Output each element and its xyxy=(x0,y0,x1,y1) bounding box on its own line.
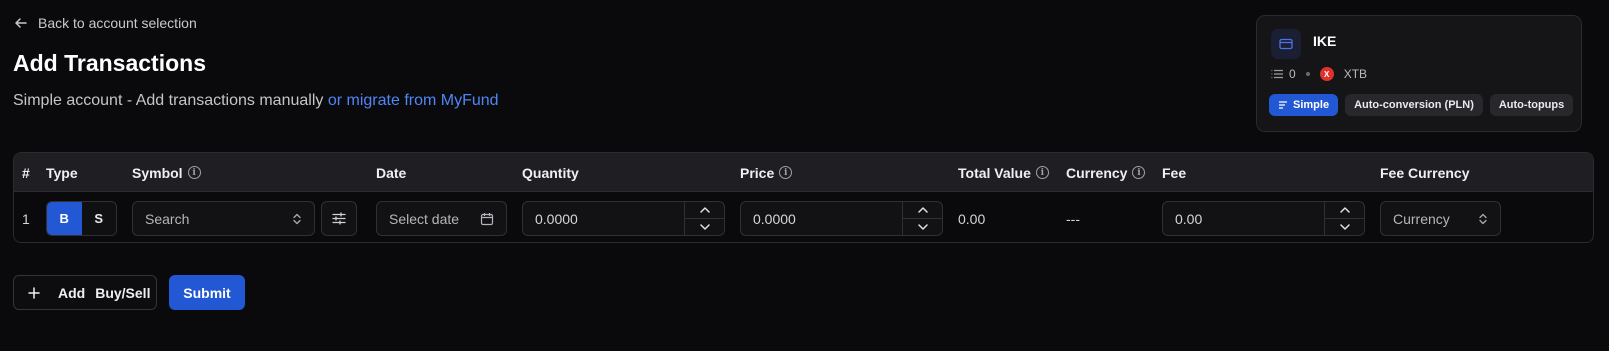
type-toggle: B S xyxy=(46,201,117,236)
column-header-type: Type xyxy=(46,164,78,181)
increment-button[interactable] xyxy=(685,202,724,219)
info-icon[interactable]: i xyxy=(1132,166,1146,179)
tag-auto-conversion[interactable]: Auto-conversion (PLN) xyxy=(1345,94,1483,116)
table-header: # Type Symbol i Date Quantity Price i Tota… xyxy=(14,153,1593,192)
account-name: IKE xyxy=(1313,33,1337,49)
column-header-fee-currency: Fee Currency xyxy=(1380,164,1470,181)
symbol-filter-button[interactable] xyxy=(321,201,357,236)
column-header-price: Price i xyxy=(740,153,793,192)
tag-simple[interactable]: Simple xyxy=(1269,94,1339,116)
info-icon[interactable]: i xyxy=(187,166,201,179)
fee-currency-select[interactable]: Currency xyxy=(1380,201,1501,236)
separator-dot xyxy=(1305,72,1310,76)
date-picker[interactable]: Select date xyxy=(376,201,507,236)
add-buy-sell-button[interactable]: Add Buy/Sell xyxy=(13,275,157,310)
arrow-left-icon xyxy=(15,18,27,28)
fee-currency-placeholder: Currency xyxy=(1393,210,1450,227)
xtb-logo-icon: X xyxy=(1319,67,1334,81)
account-card: IKE 0 X XTB Simple Auto-conversion (PLN)… xyxy=(1256,15,1582,132)
column-header-currency: Currency i xyxy=(1066,153,1146,192)
column-header-symbol: Symbol i xyxy=(132,153,201,192)
column-header-fee: Fee xyxy=(1162,164,1187,181)
chevron-down-icon xyxy=(699,224,710,230)
buy-button[interactable]: B xyxy=(47,202,82,235)
symbol-search-select[interactable]: Search xyxy=(132,201,315,236)
page-title: Add Transactions xyxy=(13,50,206,76)
page-subtitle: Simple account - Add transactions manual… xyxy=(13,92,499,110)
account-card-icon xyxy=(1271,29,1301,59)
currency-value: --- xyxy=(1066,211,1080,227)
chevron-up-icon xyxy=(699,207,710,213)
calendar-icon xyxy=(480,212,494,225)
column-header-date: Date xyxy=(376,164,407,181)
total-value: 0.00 xyxy=(958,211,986,227)
chevron-up-down-icon xyxy=(293,213,301,224)
chevron-down-icon xyxy=(917,224,928,230)
account-meta: 0 X XTB xyxy=(1271,67,1367,81)
back-link-label: Back to account selection xyxy=(38,15,197,31)
decrement-button[interactable] xyxy=(903,219,942,235)
date-placeholder: Select date xyxy=(389,210,460,227)
submit-button[interactable]: Submit xyxy=(169,275,245,310)
sliders-icon xyxy=(332,212,346,225)
increment-button[interactable] xyxy=(903,202,942,219)
chevron-up-down-icon xyxy=(1479,213,1487,224)
info-icon[interactable]: i xyxy=(779,166,793,179)
fee-stepper[interactable]: 0.00 xyxy=(1162,201,1365,236)
quantity-stepper[interactable]: 0.0000 xyxy=(522,201,725,236)
subtitle-text: Simple account - Add transactions manual… xyxy=(13,92,324,109)
add-button-suffix: Buy/Sell xyxy=(95,284,151,301)
column-header-total-value: Total Value i xyxy=(958,153,1049,192)
add-button-label: Add xyxy=(58,284,86,301)
symbol-placeholder: Search xyxy=(145,210,190,227)
broker-name: XTB xyxy=(1343,67,1368,81)
price-stepper[interactable]: 0.0000 xyxy=(740,201,943,236)
quantity-value: 0.0000 xyxy=(535,210,578,227)
increment-button[interactable] xyxy=(1325,202,1364,219)
tag-simple-label: Simple xyxy=(1293,99,1330,111)
column-header-quantity: Quantity xyxy=(522,164,579,181)
column-header-index: # xyxy=(22,164,30,181)
sell-button[interactable]: S xyxy=(81,202,116,235)
fee-value: 0.00 xyxy=(1175,210,1203,227)
list-icon xyxy=(1271,69,1283,79)
tag-auto-topups[interactable]: Auto-topups xyxy=(1489,94,1574,116)
plus-icon xyxy=(28,286,40,299)
chevron-up-icon xyxy=(917,207,928,213)
fee-stepper-buttons xyxy=(1324,202,1364,235)
decrement-button[interactable] xyxy=(1325,219,1364,235)
row-index: 1 xyxy=(22,211,30,227)
back-link[interactable]: Back to account selection xyxy=(14,15,197,31)
migrate-link[interactable]: or migrate from MyFund xyxy=(328,92,499,109)
price-value: 0.0000 xyxy=(753,210,796,227)
lines-icon xyxy=(1279,101,1287,109)
transaction-count: 0 xyxy=(1289,67,1296,81)
account-tags: Simple Auto-conversion (PLN) Auto-topups xyxy=(1269,94,1574,116)
chevron-down-icon xyxy=(1339,224,1350,230)
info-icon[interactable]: i xyxy=(1035,166,1049,179)
price-stepper-buttons xyxy=(902,202,942,235)
transactions-table: # Type Symbol i Date Quantity Price i Tota… xyxy=(13,152,1594,243)
decrement-button[interactable] xyxy=(685,219,724,235)
chevron-up-icon xyxy=(1339,207,1350,213)
quantity-stepper-buttons xyxy=(684,202,724,235)
